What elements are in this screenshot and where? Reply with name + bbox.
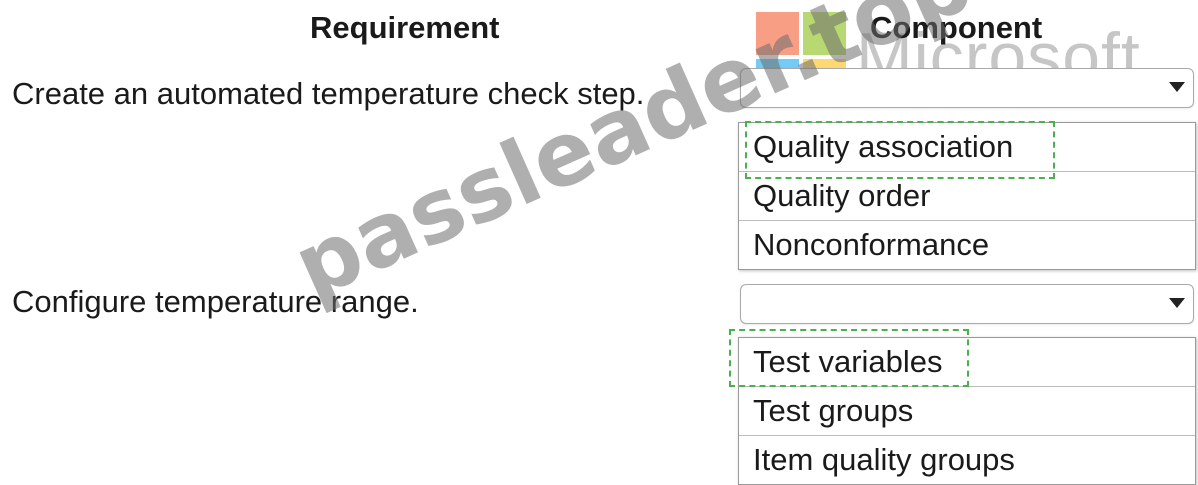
option-quality-association[interactable]: Quality association [739,123,1195,172]
component-dropdown-1[interactable] [740,68,1194,108]
component-dropdown-2[interactable] [740,284,1194,324]
requirement-column-header: Requirement [310,10,500,45]
chevron-down-icon[interactable] [1169,82,1185,92]
dropdown-2-options: Test variables Test groups Item quality … [738,337,1196,485]
logo-red-square [756,12,799,55]
option-test-groups[interactable]: Test groups [739,387,1195,436]
option-nonconformance[interactable]: Nonconformance [739,221,1195,269]
option-quality-order[interactable]: Quality order [739,172,1195,221]
chevron-down-icon[interactable] [1169,298,1185,308]
requirement-label-2: Configure temperature range. [12,284,419,319]
option-item-quality-groups[interactable]: Item quality groups [739,436,1195,484]
component-column-header: Component [870,10,1043,45]
requirement-label-1: Create an automated temperature check st… [12,76,645,111]
dropdown-1-options: Quality association Quality order Noncon… [738,122,1196,270]
logo-green-square [803,12,846,55]
option-test-variables[interactable]: Test variables [739,338,1195,387]
